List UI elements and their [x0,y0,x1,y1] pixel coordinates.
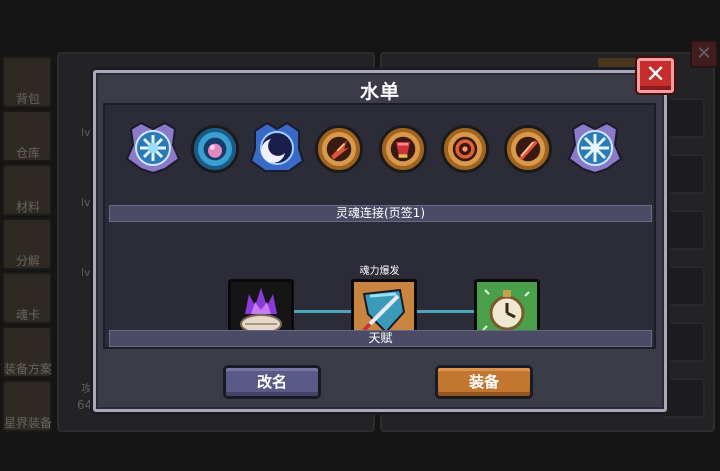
rename-button[interactable]: 改名 [223,365,321,399]
level-label: lv. [81,266,94,279]
sidebar-item-label: 背包 [15,92,40,106]
sidebar-item-label: 分解 [15,254,40,268]
background-close-icon: ✕ [690,40,718,68]
equipment-plan-dialog: 水单 灵魂连接(页签1) 魂力爆发 天赋 改名 装备 [93,70,667,412]
sword-fire-rune-icon[interactable] [504,125,552,173]
equip-slot[interactable] [661,154,705,194]
sidebar-item-label: 星界装备 [3,416,52,430]
sidebar-item-label: 魂卡 [15,308,40,322]
equip-slot[interactable] [661,98,705,138]
level-label: lv. [81,196,94,209]
soul-link-header: 灵魂连接(页签1) [109,205,652,222]
rune-row [105,115,654,189]
background-sidebar: 背包 仓库 材料 分解 魂卡 装备方案 星界装备 [0,52,55,432]
level-label: lv. [81,126,94,139]
attack-value: 64 [77,398,93,412]
equip-slot[interactable] [661,266,705,306]
close-icon[interactable]: ✕ [637,58,674,93]
sidebar-item-label: 材料 [15,200,40,214]
sidebar-item-label: 装备方案 [3,362,52,376]
heart-swirl-rune-icon[interactable] [441,125,489,173]
snowflake-crest-icon[interactable] [567,119,623,175]
equip-slot[interactable] [661,322,705,362]
feather-fire-rune-icon[interactable] [315,125,363,173]
talent-header: 天赋 [109,330,652,347]
equip-button[interactable]: 装备 [435,365,533,399]
pink-orb-rune-icon[interactable] [191,125,239,173]
ice-flower-crest-icon[interactable] [125,119,181,175]
soul-link-connector [294,310,353,313]
soul-link-connector [417,310,476,313]
red-cup-rune-icon[interactable] [379,125,427,173]
equip-slot[interactable] [661,210,705,250]
attack-label: 攻 [81,382,92,395]
dark-moon-crest-icon[interactable] [249,119,305,175]
soul-burst-label: 魂力爆发 [359,266,400,277]
dialog-content: 灵魂连接(页签1) 魂力爆发 天赋 [103,103,656,349]
equip-slot[interactable] [661,378,705,418]
sidebar-item-label: 仓库 [15,146,40,160]
dialog-title: 水单 [359,81,400,103]
